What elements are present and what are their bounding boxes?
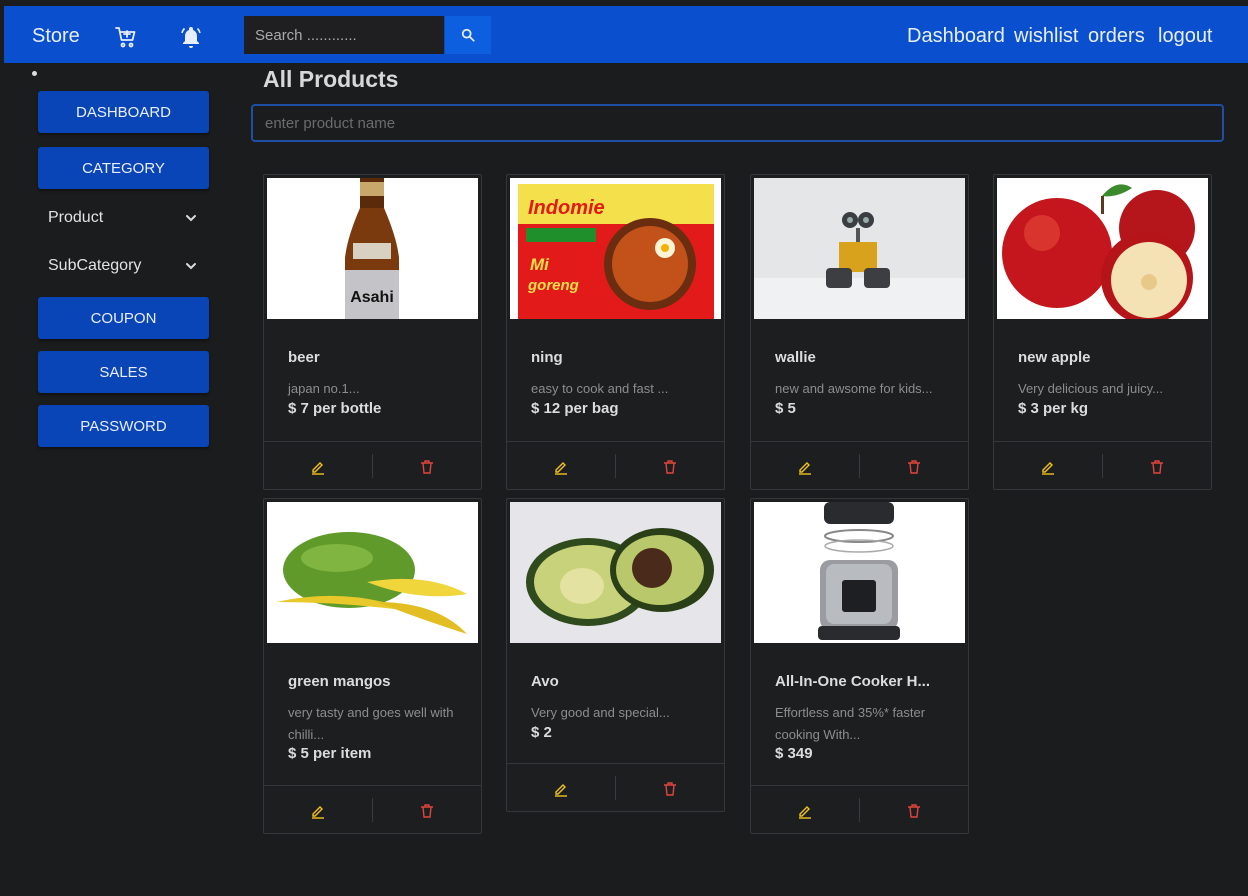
svg-text:goreng: goreng (527, 277, 579, 294)
card-actions (751, 441, 968, 489)
card-actions (264, 785, 481, 833)
card-actions (751, 785, 968, 833)
product-price: $ 349 (775, 745, 813, 762)
trash-icon[interactable] (906, 803, 922, 819)
top-navbar: Store Search ............ Dashboard wish… (4, 6, 1248, 63)
edit-icon[interactable] (553, 781, 569, 797)
product-name: ning (531, 349, 563, 366)
nav-link-wishlist[interactable]: wishlist (1014, 25, 1078, 48)
product-card: wallie new and awsome for kids... $ 5 (750, 174, 969, 490)
product-image-green-mangos[interactable] (267, 502, 478, 643)
card-actions (994, 441, 1211, 489)
trash-icon[interactable] (662, 781, 678, 797)
product-name: All-In-One Cooker H... (775, 673, 931, 690)
nav-link-dashboard[interactable]: Dashboard (907, 25, 1005, 48)
trash-icon[interactable] (662, 459, 678, 475)
product-card: green mangos very tasty and goes well wi… (263, 498, 482, 834)
product-image-avo[interactable] (510, 502, 721, 643)
sidebar-category-button[interactable]: CATEGORY (38, 147, 209, 189)
action-divider (372, 454, 373, 478)
edit-icon[interactable] (1040, 459, 1056, 475)
edit-icon[interactable] (553, 459, 569, 475)
product-name: beer (288, 349, 320, 366)
sidebar-password-button[interactable]: PASSWORD (38, 405, 209, 447)
card-actions (264, 441, 481, 489)
action-divider (372, 798, 373, 822)
trash-icon[interactable] (1149, 459, 1165, 475)
store-brand-link[interactable]: Store (32, 25, 80, 48)
product-price: $ 5 (775, 400, 796, 417)
svg-text:Mi: Mi (530, 255, 550, 274)
product-card: new apple Very delicious and juicy... $ … (993, 174, 1212, 490)
edit-icon[interactable] (310, 803, 326, 819)
trash-icon[interactable] (906, 459, 922, 475)
action-divider (615, 776, 616, 800)
cart-icon[interactable] (114, 25, 138, 49)
navbar-search-placeholder: Search ............ (255, 26, 357, 44)
sidebar-dashboard-button[interactable]: DASHBOARD (38, 91, 209, 133)
product-card: Asahi beer japan no.1... $ 7 per bottle (263, 174, 482, 490)
product-card: Avo Very good and special... $ 2 (506, 498, 725, 812)
product-price: $ 12 per bag (531, 400, 619, 417)
bell-icon[interactable] (179, 25, 203, 49)
product-price: $ 5 per item (288, 745, 372, 762)
product-description: new and awsome for kids... (775, 381, 933, 396)
product-description: japan no.1... (288, 381, 360, 396)
product-name: new apple (1018, 349, 1091, 366)
product-image-new-apple[interactable] (997, 178, 1208, 319)
page-title: All Products (263, 66, 399, 92)
product-price: $ 2 (531, 724, 552, 741)
product-name: wallie (775, 349, 816, 366)
edit-icon[interactable] (797, 803, 813, 819)
action-divider (859, 798, 860, 822)
chevron-down-icon (186, 215, 196, 222)
action-divider (859, 454, 860, 478)
nav-link-logout[interactable]: logout (1158, 25, 1213, 48)
product-card: Indomie Mi goreng ning easy to cook and … (506, 174, 725, 490)
edit-icon[interactable] (797, 459, 813, 475)
svg-text:Indomie: Indomie (528, 197, 605, 219)
product-name: green mangos (288, 673, 391, 690)
sidebar-product-label: Product (48, 209, 104, 226)
edit-icon[interactable] (310, 459, 326, 475)
search-icon (461, 28, 475, 42)
sidebar-coupon-button[interactable]: COUPON (38, 297, 209, 339)
sidebar-subcategory-dropdown[interactable]: SubCategory (48, 254, 198, 278)
svg-text:Asahi: Asahi (350, 289, 394, 306)
trash-icon[interactable] (419, 459, 435, 475)
product-image-beer[interactable]: Asahi (267, 178, 478, 319)
product-description: very tasty and goes well with chilli... (288, 705, 454, 742)
product-search-placeholder: enter product name (265, 114, 396, 132)
product-image-ning[interactable]: Indomie Mi goreng (510, 178, 721, 319)
product-description: Very good and special... (531, 705, 670, 720)
sidebar-bullet (32, 71, 37, 76)
sidebar-subcategory-label: SubCategory (48, 257, 142, 274)
product-search-input[interactable]: enter product name (251, 104, 1224, 142)
trash-icon[interactable] (419, 803, 435, 819)
nav-link-orders[interactable]: orders (1088, 25, 1145, 48)
navbar-search-button[interactable] (444, 16, 491, 54)
action-divider (1102, 454, 1103, 478)
product-description: easy to cook and fast ... (531, 381, 669, 396)
product-price: $ 7 per bottle (288, 400, 382, 417)
navbar-search-input[interactable]: Search ............ (244, 16, 444, 54)
product-card: All-In-One Cooker H... Effortless and 35… (750, 498, 969, 834)
chevron-down-icon (186, 263, 196, 270)
sidebar-sales-button[interactable]: SALES (38, 351, 209, 393)
product-description: Very delicious and juicy... (1018, 381, 1163, 396)
sidebar-product-dropdown[interactable]: Product (48, 206, 198, 230)
card-actions (507, 763, 724, 811)
product-name: Avo (531, 673, 559, 690)
card-actions (507, 441, 724, 489)
product-description: Effortless and 35%* faster cooking With.… (775, 705, 926, 742)
product-image-cooker[interactable] (754, 502, 965, 643)
product-price: $ 3 per kg (1018, 400, 1089, 417)
product-image-wallie[interactable] (754, 178, 965, 319)
action-divider (615, 454, 616, 478)
